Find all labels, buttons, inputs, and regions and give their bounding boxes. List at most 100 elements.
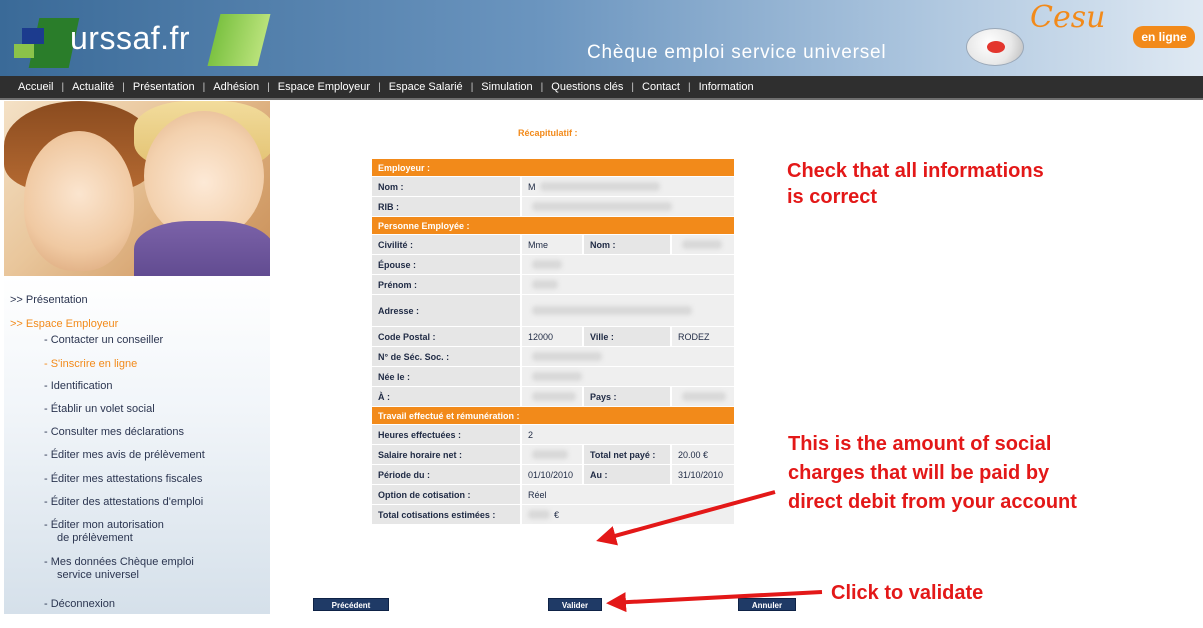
nav-separator: | [540, 81, 544, 93]
epouse-value [522, 255, 734, 274]
nom-value: M [522, 177, 734, 196]
urssaf-logo[interactable]: urssaf.fr [14, 10, 274, 68]
prenom-value [522, 275, 734, 294]
sidebar-item-attestations-fiscales[interactable]: - Éditer mes attestations fiscales [44, 473, 202, 486]
sidebar-item-declarations[interactable]: - Consulter mes déclarations [44, 426, 184, 439]
secu-value [522, 347, 734, 366]
form-row: Option de cotisation : Réel [372, 485, 734, 505]
sidebar-item-mes-donnees-cont[interactable]: service universel [57, 569, 139, 582]
nav-separator: | [267, 81, 270, 93]
nav-presentation[interactable]: Présentation [133, 81, 195, 93]
periode-from-value: 01/10/2010 [522, 465, 584, 484]
nav-questions-cles[interactable]: Questions clés [551, 81, 623, 93]
annotation-click: Click to validate [831, 582, 984, 604]
heures-value: 2 [522, 425, 734, 444]
periode-label: Période du : [372, 465, 522, 484]
adresse-value [522, 295, 734, 326]
option-label: Option de cotisation : [372, 485, 522, 504]
total-cotisations-value: € [522, 505, 734, 524]
nav-adhesion[interactable]: Adhésion [213, 81, 259, 93]
sidebar-item-deconnexion[interactable]: - Déconnexion [44, 598, 115, 611]
cesu-logo: Cesu [1030, 0, 1106, 35]
total-cotisations-label: Total cotisations estimées : [372, 505, 522, 524]
total-net-value: 20.00 € [672, 445, 734, 464]
section-travail: Travail effectué et rémunération : [372, 407, 734, 425]
heures-label: Heures effectuées : [372, 425, 522, 444]
recap-form: Employeur : Nom : M RIB : Personne Emplo… [372, 159, 734, 525]
sidebar-item-presentation[interactable]: >> Présentation [10, 294, 88, 307]
nom-label: Nom : [372, 177, 522, 196]
logo-slash-decoration [207, 14, 271, 66]
form-row: Nom : M [372, 177, 734, 197]
sidebar-item-avis-prelevement[interactable]: - Éditer mes avis de prélèvement [44, 449, 205, 462]
section-employeur: Employeur : [372, 159, 734, 177]
rib-label: RIB : [372, 197, 522, 216]
rib-value [522, 197, 734, 216]
en-ligne-badge: en ligne [1133, 26, 1195, 48]
precedent-button[interactable]: Précédent [313, 598, 389, 611]
sidebar-menu: >> Présentation >> Espace Employeur - Co… [4, 276, 270, 614]
a-value [522, 387, 584, 406]
mouse-icon [966, 28, 1024, 66]
nav-espace-salarie[interactable]: Espace Salarié [389, 81, 463, 93]
nav-actualite[interactable]: Actualité [72, 81, 114, 93]
salaire-label: Salaire horaire net : [372, 445, 522, 464]
form-row: Épouse : [372, 255, 734, 275]
sidebar-item-volet-social[interactable]: - Établir un volet social [44, 403, 155, 416]
form-row: Période du : 01/10/2010 Au : 31/10/2010 [372, 465, 734, 485]
valider-button[interactable]: Valider [548, 598, 602, 611]
periode-to-value: 31/10/2010 [672, 465, 734, 484]
civilite-label: Civilité : [372, 235, 522, 254]
section-personne-employee: Personne Employée : [372, 217, 734, 235]
sidebar-item-mes-donnees[interactable]: - Mes données Chèque emploi [44, 556, 194, 569]
nav-simulation[interactable]: Simulation [481, 81, 532, 93]
form-row: Adresse : [372, 295, 734, 327]
main-nav: Accueil | Actualité | Présentation | Adh… [0, 76, 1203, 100]
pays-label: Pays : [584, 387, 672, 406]
nav-accueil[interactable]: Accueil [18, 81, 53, 93]
form-row: Heures effectuées : 2 [372, 425, 734, 445]
sidebar-item-identification[interactable]: - Identification [44, 380, 112, 393]
nav-separator: | [378, 81, 381, 93]
nee-le-label: Née le : [372, 367, 522, 386]
sidebar-item-espace-employeur[interactable]: >> Espace Employeur [10, 318, 118, 331]
annuler-button[interactable]: Annuler [738, 598, 796, 611]
urssaf-logo-text: urssaf.fr [70, 20, 191, 56]
urssaf-logo-mark [14, 10, 80, 68]
form-row: Née le : [372, 367, 734, 387]
sidebar-item-inscrire[interactable]: - S'inscrire en ligne [44, 358, 137, 371]
nav-espace-employeur[interactable]: Espace Employeur [278, 81, 370, 93]
nee-le-value [522, 367, 734, 386]
prenom-label: Prénom : [372, 275, 522, 294]
nav-separator: | [687, 81, 691, 93]
nom-employee-value [672, 235, 734, 254]
sidebar-item-contacter[interactable]: - Contacter un conseiller [44, 334, 163, 347]
form-row: RIB : [372, 197, 734, 217]
epouse-label: Épouse : [372, 255, 522, 274]
nav-separator: | [202, 81, 206, 93]
secu-label: N° de Séc. Soc. : [372, 347, 522, 366]
sidebar-item-autorisation[interactable]: - Éditer mon autorisation [44, 519, 164, 532]
ville-value: RODEZ [672, 327, 734, 346]
code-postal-value: 12000 [522, 327, 584, 346]
nav-separator: | [470, 81, 474, 93]
salaire-value [522, 445, 584, 464]
code-postal-label: Code Postal : [372, 327, 522, 346]
nav-contact[interactable]: Contact [642, 81, 680, 93]
recap-title: Récapitulatif : [518, 128, 578, 138]
site-subtitle: Chèque emploi service universel [587, 42, 887, 63]
form-row: N° de Séc. Soc. : [372, 347, 734, 367]
nav-separator: | [61, 81, 65, 93]
total-net-label: Total net payé : [584, 445, 672, 464]
annotation-check: Check that all informations is correct [787, 160, 1044, 208]
sidebar-item-autorisation-cont[interactable]: de prélèvement [57, 532, 133, 545]
form-row: Salaire horaire net : Total net payé : 2… [372, 445, 734, 465]
nav-information[interactable]: Information [699, 81, 754, 93]
au-label: Au : [584, 465, 672, 484]
nav-separator: | [122, 81, 125, 93]
sidebar-photo [4, 101, 270, 276]
adresse-label: Adresse : [372, 295, 522, 326]
nav-separator: | [631, 81, 635, 93]
sidebar-item-attestations-emploi[interactable]: - Éditer des attestations d'emploi [44, 496, 203, 509]
civilite-value: Mme [522, 235, 584, 254]
